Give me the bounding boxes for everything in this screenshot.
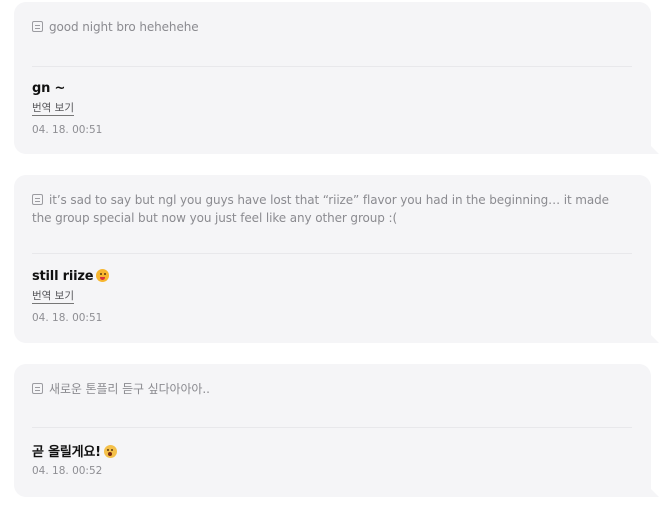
quoted-message-text: good night bro hehehehe [49,20,199,34]
quoted-message: it’s sad to say but ngl you guys have lo… [32,191,629,227]
timestamp: 04. 18. 00:51 [32,312,103,324]
message-card: good night bro hehehehe gn ~ 번역 보기 04. 1… [14,2,659,154]
astonished-face-icon [103,445,117,458]
message-card: it’s sad to say but ngl you guys have lo… [14,175,659,343]
reply-text: 곧 올릴게요! [32,441,117,460]
squinting-face-with-tongue-icon [96,269,110,282]
quote-message-icon [32,21,43,32]
quote-message-icon [32,383,43,394]
quote-message-icon [32,194,43,205]
timestamp: 04. 18. 00:52 [32,465,103,477]
quoted-message: good night bro hehehehe [32,18,629,36]
translate-button[interactable]: 번역 보기 [32,102,74,116]
reply-text: gn ~ [32,81,66,96]
divider [32,253,632,254]
divider [32,66,632,67]
translate-button[interactable]: 번역 보기 [32,290,74,304]
divider [32,427,632,428]
timestamp: 04. 18. 00:51 [32,124,103,136]
quoted-message-text: 새로운 톤플리 듣구 싶다아아아.. [49,382,210,396]
quoted-message-text: it’s sad to say but ngl you guys have lo… [32,193,609,225]
message-card: 새로운 톤플리 듣구 싶다아아아.. 곧 올릴게요! 04. 18. 00:52 [14,364,659,497]
reply-text: still riize [32,269,110,284]
quoted-message: 새로운 톤플리 듣구 싶다아아아.. [32,380,629,398]
